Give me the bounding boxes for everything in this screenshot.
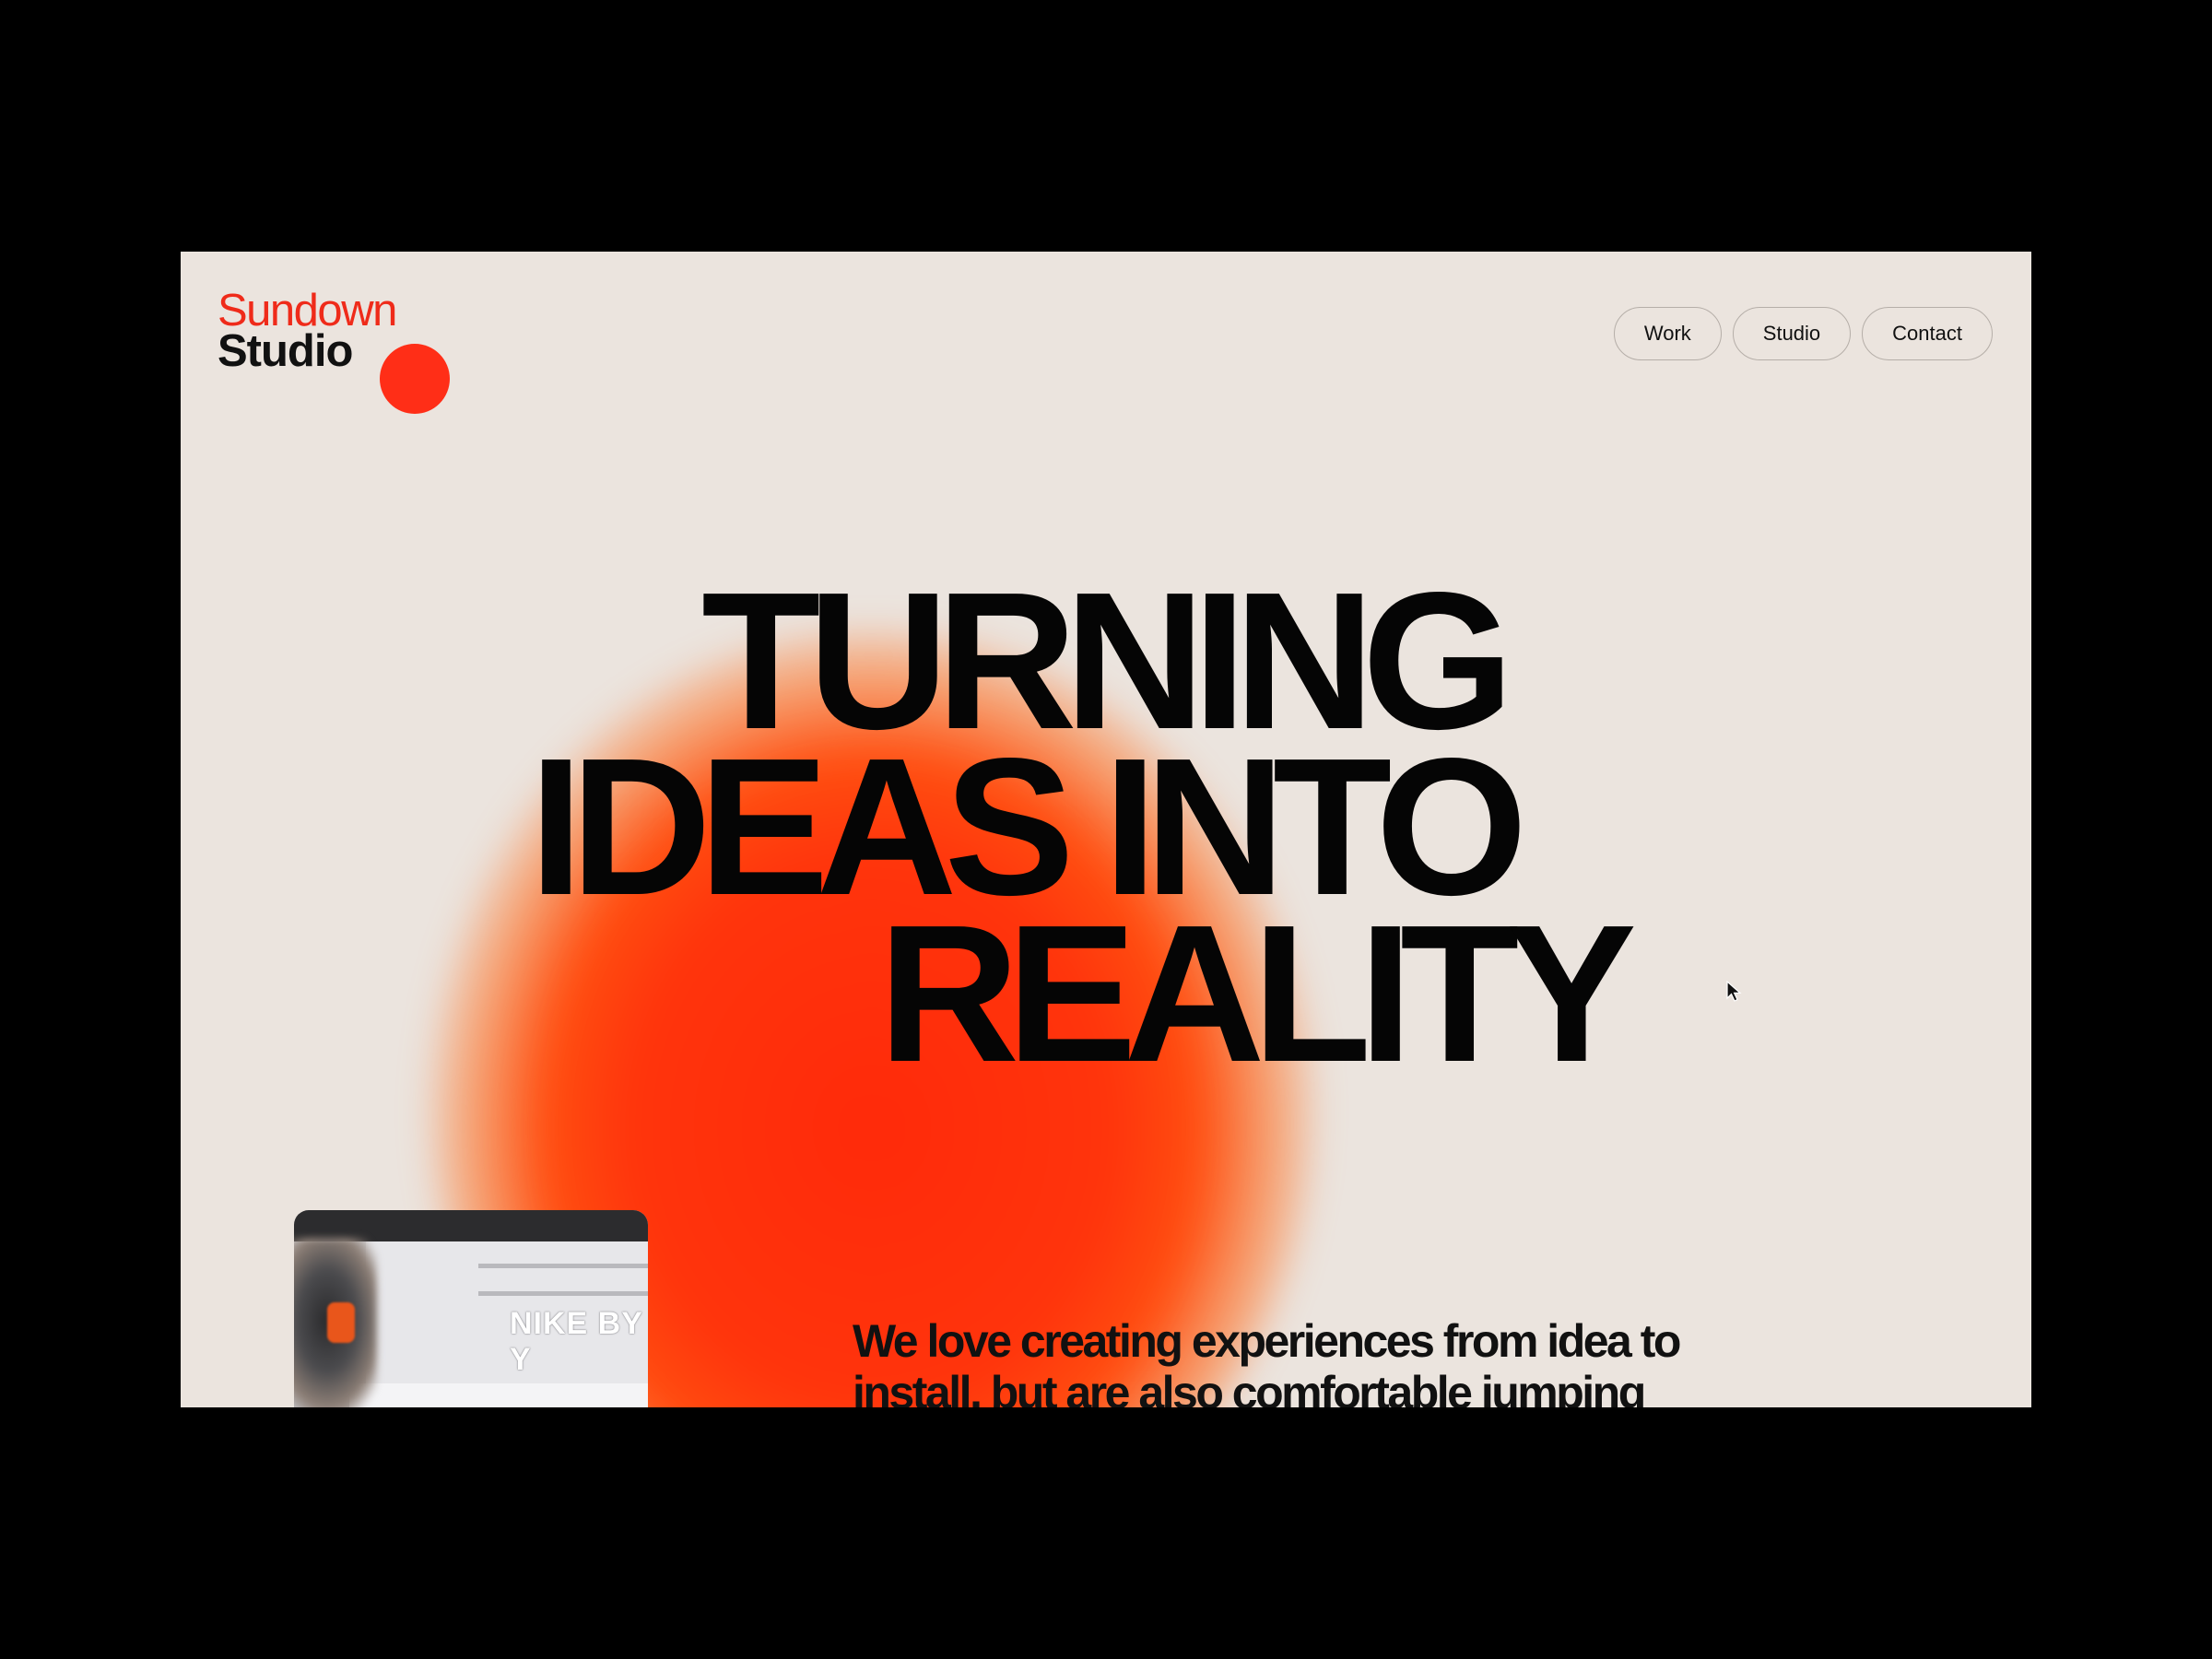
hero-headline-line-3: REALITY [878, 884, 1637, 1102]
project-thumbnail[interactable]: NIKE BY Y [294, 1210, 648, 1407]
pointer-cursor-icon [1726, 981, 1742, 1002]
logo-line-2: Studio [218, 326, 353, 376]
nav-studio-button[interactable]: Studio [1732, 307, 1852, 360]
logo-sun-dot [380, 344, 450, 414]
main-nav: Work Studio Contact [1613, 307, 1993, 360]
thumbnail-shelf [478, 1264, 648, 1268]
nav-contact-button[interactable]: Contact [1862, 307, 1993, 360]
logo[interactable]: Sundown Studio [218, 285, 450, 414]
thumbnail-orange-accent [327, 1302, 355, 1343]
thumbnail-counter [349, 1383, 648, 1407]
thumbnail-shelf [478, 1291, 648, 1296]
intro-paragraph: We love creating experiences from idea t… [853, 1315, 1681, 1407]
nav-work-button[interactable]: Work [1613, 307, 1722, 360]
thumbnail-ceiling [294, 1210, 648, 1241]
thumbnail-store-sign: NIKE BY Y [510, 1306, 643, 1377]
browser-viewport: Sundown Studio Work Studio Contact TURNI… [181, 252, 2031, 1407]
